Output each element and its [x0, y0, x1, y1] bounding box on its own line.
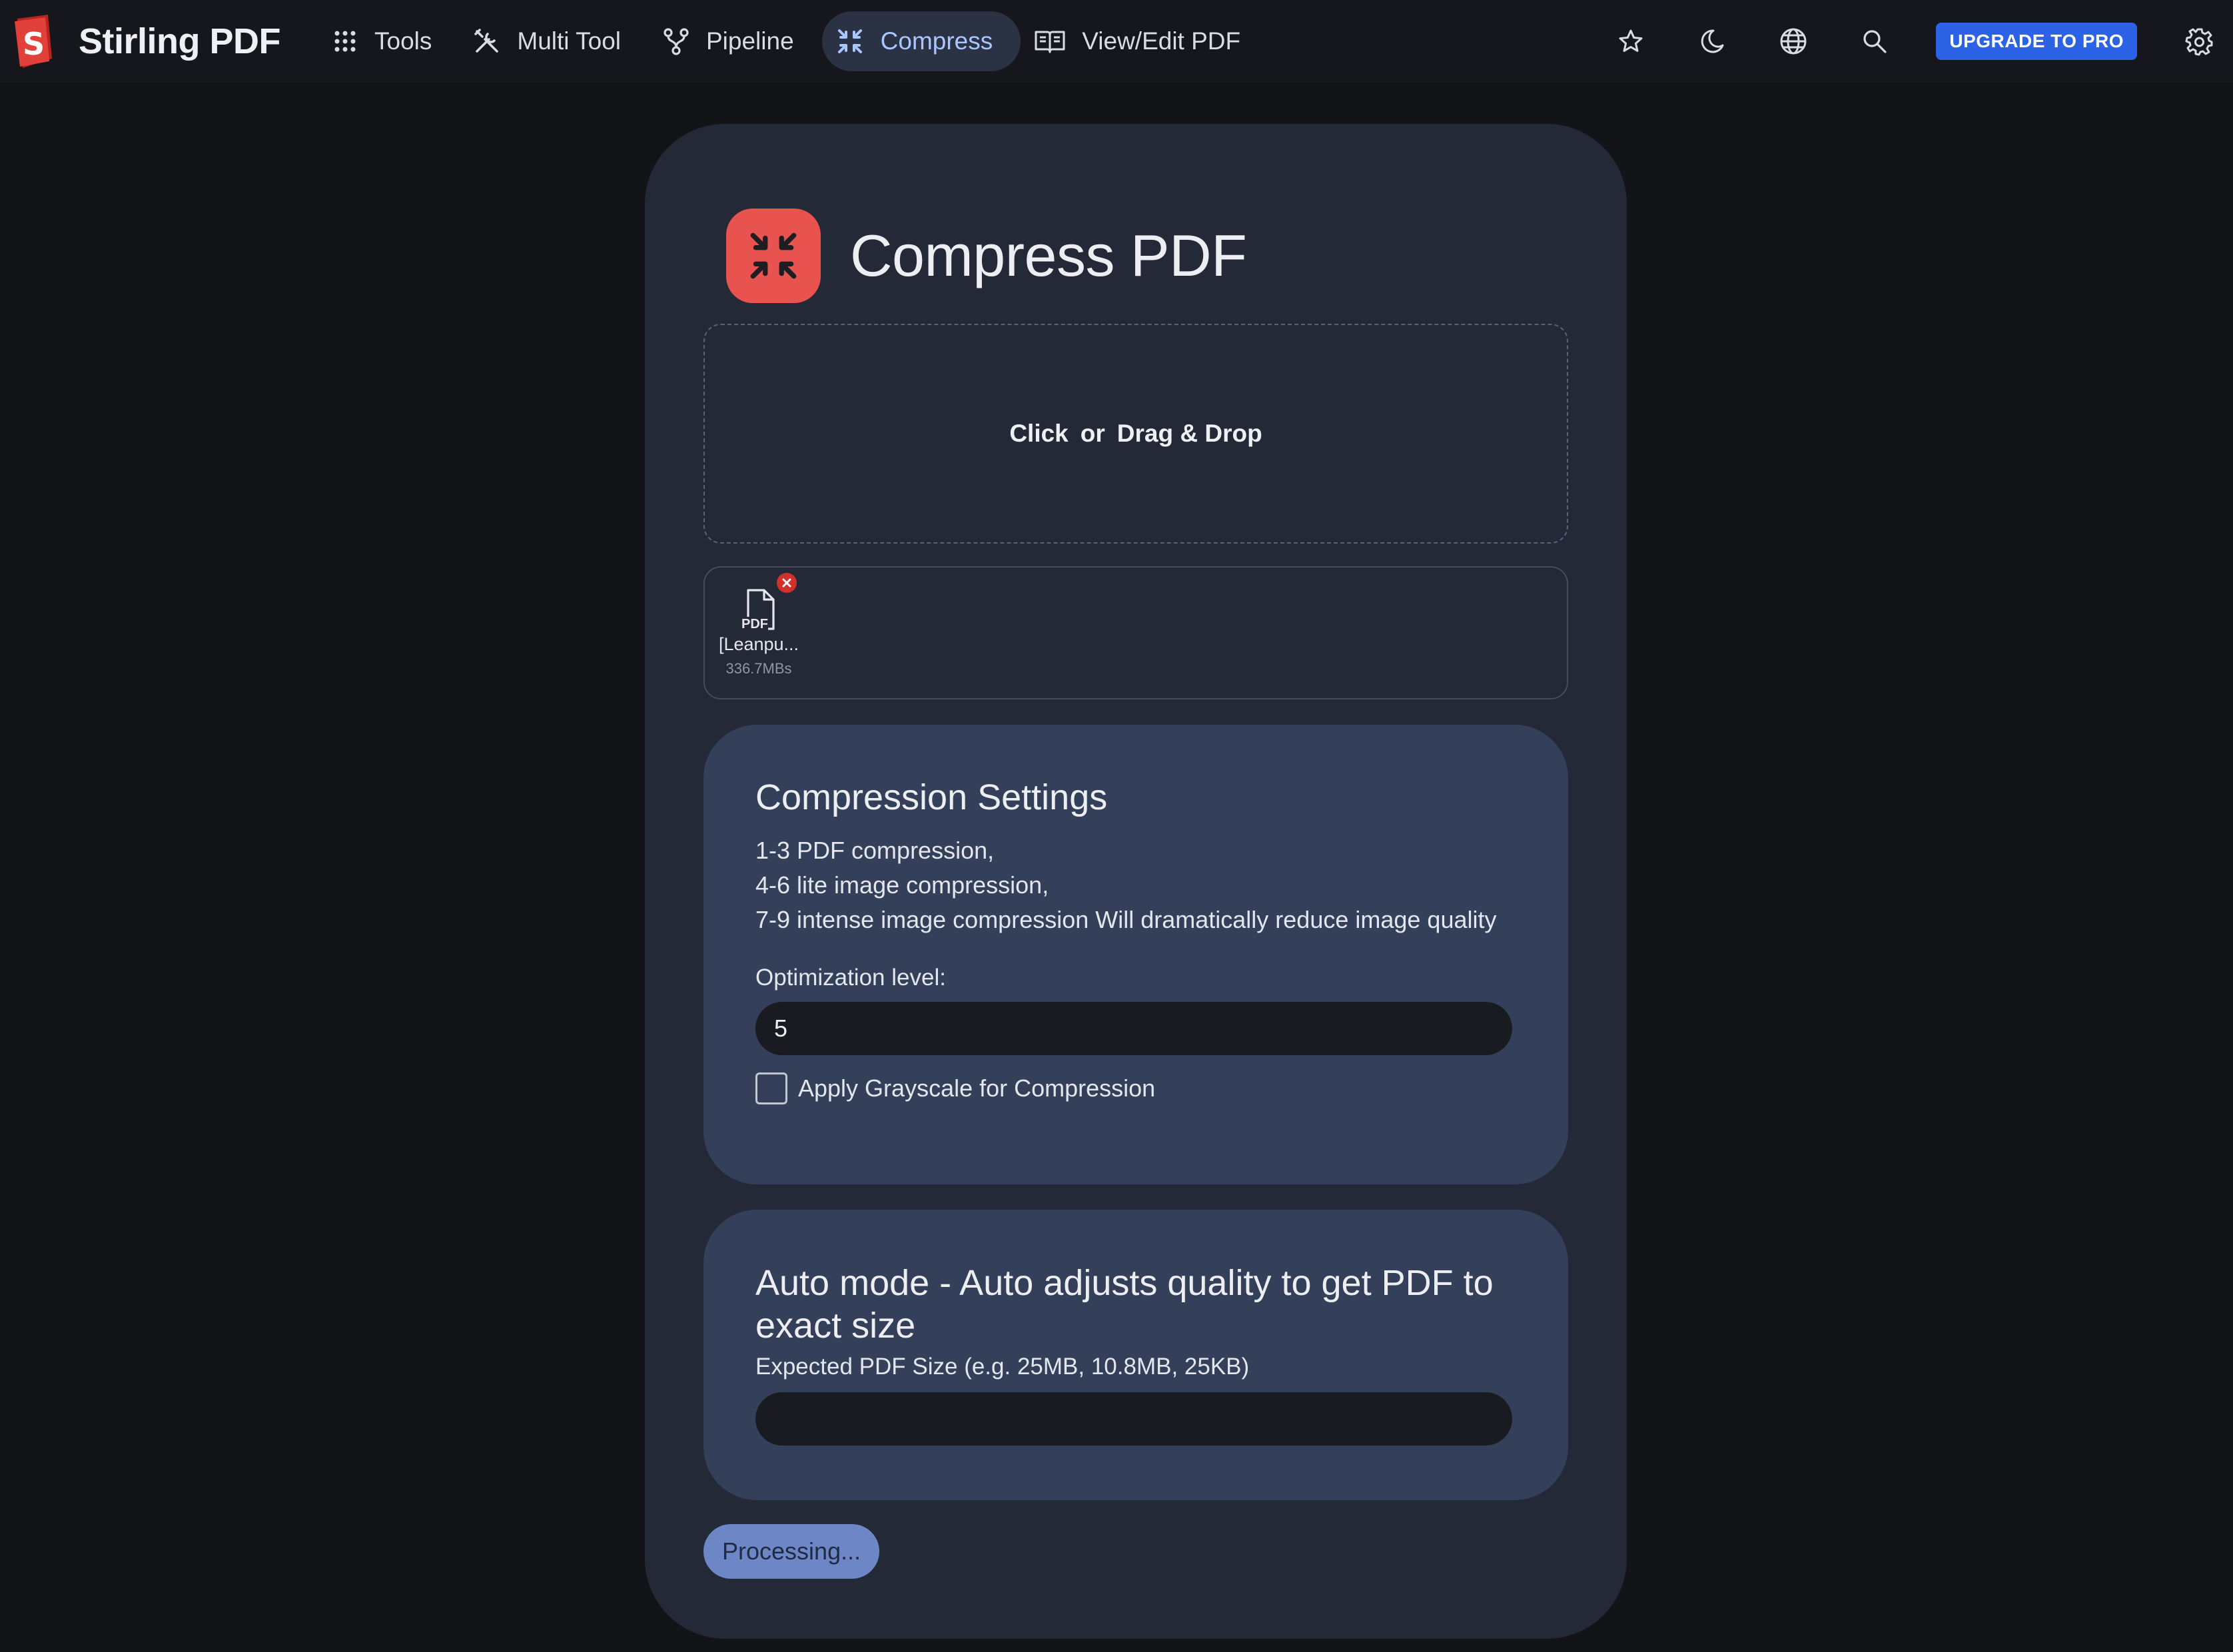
compress-submit-button[interactable]: Processing... — [703, 1524, 880, 1579]
grayscale-label: Apply Grayscale for Compression — [798, 1074, 1156, 1102]
page-title: Compress PDF — [850, 222, 1247, 288]
expected-size-input[interactable] — [755, 1392, 1512, 1446]
nav-item-tools[interactable]: Tools — [318, 11, 460, 71]
pipeline-icon — [664, 28, 689, 55]
compression-description-line: 4-6 lite image compression, — [755, 871, 1049, 899]
compression-settings-title: Compression Settings — [755, 777, 1108, 817]
nav-right-actions: UPGRADE TO PRO — [1611, 0, 2233, 83]
compression-description-line: 7-9 intense image compression Will drama… — [755, 906, 1497, 933]
grayscale-option[interactable]: Apply Grayscale for Compression — [755, 1072, 1155, 1104]
selected-files-list: PDF [Leanpu... 336.7MBs — [703, 566, 1568, 699]
close-icon — [782, 578, 791, 588]
brand-home-link[interactable]: S Stirling PDF — [11, 15, 281, 68]
book-open-icon — [1035, 31, 1065, 53]
nav-item-label: Compress — [880, 27, 993, 55]
moon-icon — [1701, 29, 1724, 53]
settings-button[interactable] — [2180, 21, 2220, 61]
search-button[interactable] — [1855, 21, 1895, 61]
nav-item-view-edit-pdf[interactable]: View/Edit PDF — [1021, 11, 1268, 71]
dropzone-drag-label: Drag & Drop — [1116, 420, 1262, 447]
file-dropzone[interactable]: Click or Drag & Drop — [703, 324, 1568, 544]
dropzone-or-label: or — [1080, 420, 1105, 447]
compress-arrows-icon — [837, 29, 862, 53]
page-header: Compress PDF — [726, 183, 1247, 329]
nav-item-label: Tools — [374, 27, 432, 55]
optimization-level-input[interactable]: 5 — [755, 1002, 1512, 1055]
dropzone-click-label: Click — [1009, 420, 1069, 447]
star-icon — [1619, 29, 1643, 52]
file-item: PDF [Leanpu... 336.7MBs — [710, 573, 807, 677]
auto-mode-title: Auto mode - Auto adjusts quality to get … — [755, 1263, 1494, 1346]
compress-tool-icon — [726, 208, 821, 303]
compress-tool-card: Compress PDF Click or Drag & Drop PDF [L… — [645, 124, 1627, 1639]
file-name: [Leanpu... — [718, 634, 799, 654]
nav-item-label: View/Edit PDF — [1082, 27, 1241, 55]
language-button[interactable] — [1773, 21, 1813, 61]
search-icon — [1863, 30, 1887, 53]
nav-item-pipeline[interactable]: Pipeline — [649, 11, 822, 71]
file-type-label: PDF — [741, 617, 768, 631]
expected-size-label: Expected PDF Size (e.g. 25MB, 10.8MB, 25… — [755, 1354, 1250, 1380]
optimization-level-label: Optimization level: — [755, 965, 946, 991]
nav-item-label: Multi Tool — [517, 27, 621, 55]
auto-mode-panel: Auto mode - Auto adjusts quality to get … — [703, 1210, 1568, 1500]
theme-toggle-button[interactable] — [1692, 21, 1732, 61]
file-size: 336.7MBs — [725, 660, 792, 677]
top-navbar: S Stirling PDF Tools Multi Tool Pipeline… — [0, 0, 2233, 83]
upgrade-to-pro-button[interactable]: UPGRADE TO PRO — [1936, 23, 2137, 60]
grid-dots-icon — [334, 31, 356, 52]
nav-item-compress[interactable]: Compress — [821, 11, 1021, 71]
globe-icon — [1780, 28, 1807, 55]
grayscale-checkbox[interactable] — [755, 1072, 787, 1104]
stirling-logo-icon: S — [11, 15, 55, 68]
compression-description-line: 1-3 PDF compression, — [755, 837, 995, 864]
svg-text:S: S — [23, 26, 45, 62]
remove-file-button[interactable] — [777, 573, 797, 593]
compression-settings-panel: Compression Settings 1-3 PDF compression… — [703, 725, 1568, 1184]
brand-name: Stirling PDF — [79, 21, 281, 61]
favorites-button[interactable] — [1611, 21, 1651, 61]
gear-icon — [2185, 28, 2213, 56]
main-nav: Tools Multi Tool Pipeline Compress View/… — [318, 11, 1268, 71]
nav-item-label: Pipeline — [706, 27, 794, 55]
tools-icon — [474, 29, 499, 53]
nav-item-multi-tool[interactable]: Multi Tool — [460, 11, 649, 71]
pdf-file-icon: PDF — [739, 588, 779, 634]
